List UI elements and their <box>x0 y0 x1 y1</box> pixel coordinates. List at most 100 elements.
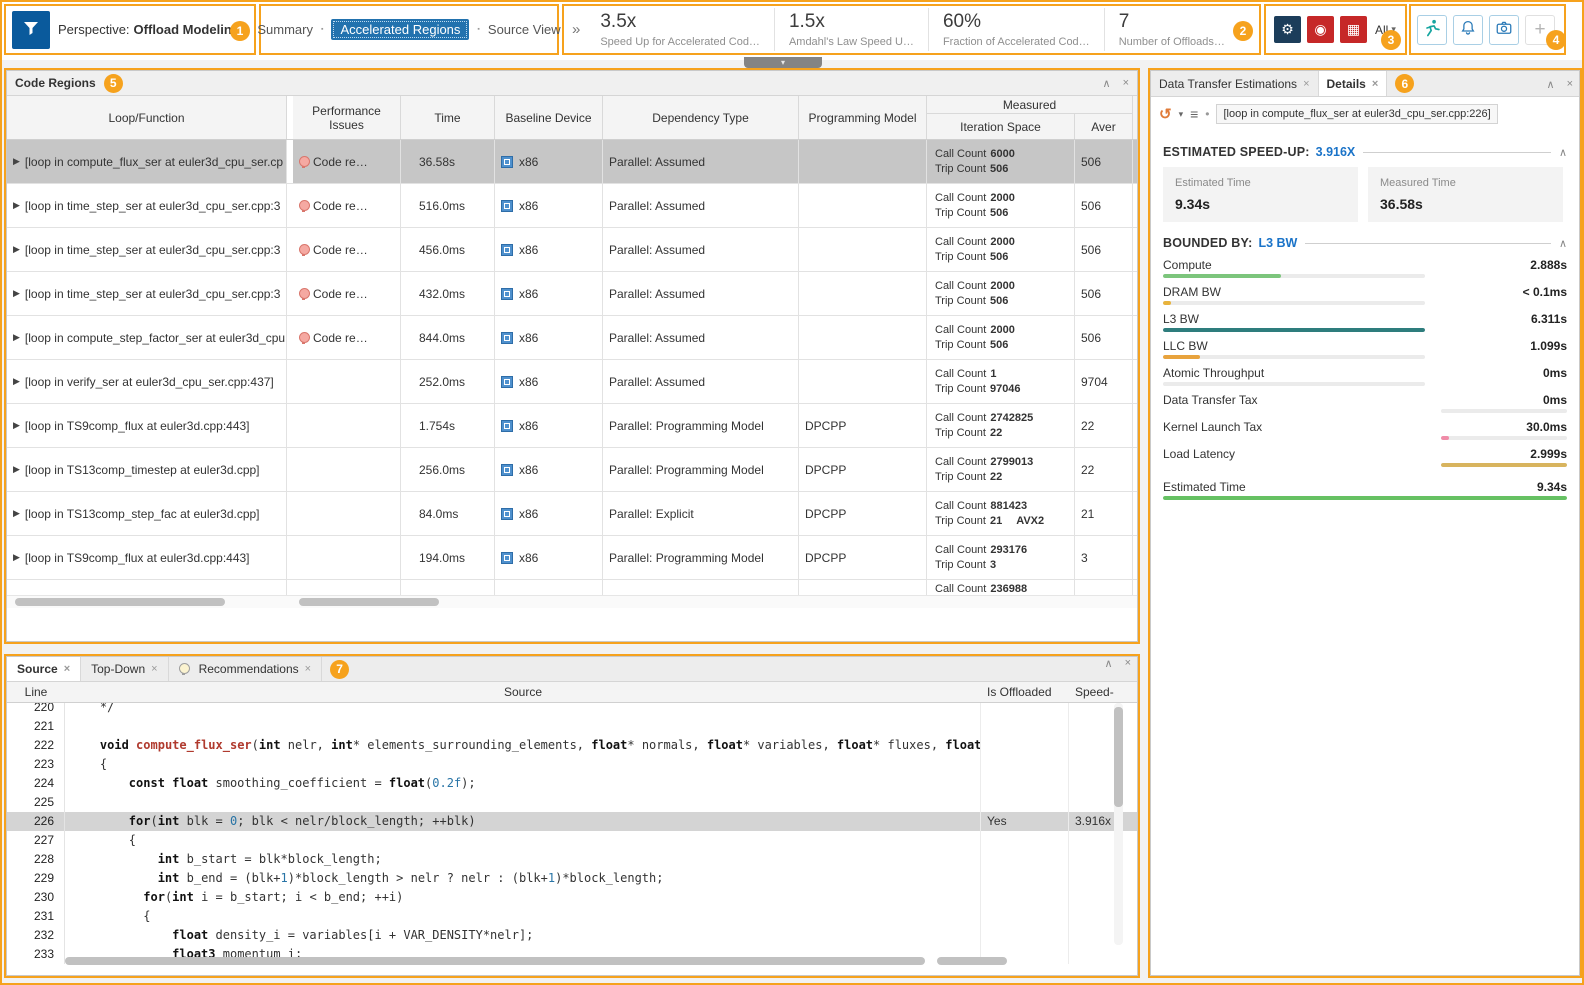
source-line-row[interactable]: 220 */ <box>7 703 1137 717</box>
horizontal-scrollbar[interactable] <box>65 957 1123 967</box>
column-header-loop-function[interactable]: Loop/Function <box>7 96 287 139</box>
scrollbar-thumb[interactable] <box>299 598 439 606</box>
column-header-time[interactable]: Time <box>401 96 495 139</box>
tab-data-transfer-estimations[interactable]: Data Transfer Estimations × <box>1151 71 1319 96</box>
code-region-row[interactable]: ▶[loop in verify_ser at euler3d_cpu_ser.… <box>7 360 1137 404</box>
source-line-row[interactable]: 230 for(int i = b_start; i < b_end; ++i) <box>7 888 1137 907</box>
expand-arrow-icon[interactable]: ▶ <box>13 156 20 167</box>
close-icon[interactable]: × <box>1372 78 1378 90</box>
collapse-section-icon[interactable]: ∧ <box>1559 237 1567 250</box>
issue-text[interactable]: Code re… <box>313 331 368 345</box>
refresh-icon[interactable]: ↺ <box>1159 105 1172 123</box>
tab-separator-icon: ▪ <box>477 26 479 33</box>
expand-arrow-icon[interactable]: ▶ <box>13 508 20 519</box>
scrollbar-thumb[interactable] <box>937 957 1007 965</box>
advisor-logo-button[interactable] <box>12 11 50 49</box>
baseline-device-cell: x86 <box>495 316 603 359</box>
close-icon[interactable]: × <box>151 663 157 675</box>
close-icon[interactable]: × <box>1303 78 1309 90</box>
issue-text[interactable]: Code re… <box>313 199 368 213</box>
expand-arrow-icon[interactable]: ▶ <box>13 376 20 387</box>
code-region-row[interactable]: ▶[loop in time_step_ser at euler3d_cpu_s… <box>7 272 1137 316</box>
code-region-row[interactable]: Call Count236988 <box>7 580 1137 595</box>
collapse-panel-icon[interactable]: ∧ <box>1547 78 1555 91</box>
code-region-row[interactable]: ▶[loop in time_step_ser at euler3d_cpu_s… <box>7 228 1137 272</box>
close-icon[interactable]: × <box>305 663 311 675</box>
expand-arrow-icon[interactable]: ▶ <box>13 464 20 475</box>
tab-accelerated-regions[interactable]: Accelerated Regions <box>331 19 469 40</box>
collapse-section-icon[interactable]: ∧ <box>1559 146 1567 159</box>
expand-metrics-icon[interactable]: » <box>572 21 580 38</box>
trip-count-label: Trip Count <box>935 251 986 263</box>
collapse-panel-icon[interactable]: ∧ <box>1103 77 1111 90</box>
expand-arrow-icon[interactable]: ▶ <box>13 332 20 343</box>
column-header-dependency-type[interactable]: Dependency Type <box>603 96 799 139</box>
vertical-scrollbar[interactable] <box>1114 703 1123 945</box>
code-region-row[interactable]: ▶[loop in compute_step_factor_ser at eul… <box>7 316 1137 360</box>
expand-arrow-icon[interactable]: ▶ <box>13 552 20 563</box>
source-line-row[interactable]: 231 { <box>7 907 1137 926</box>
code-region-row[interactable]: ▶[loop in TS9comp_flux at euler3d.cpp:44… <box>7 536 1137 580</box>
stack-filter-icon[interactable]: ≡ <box>1190 106 1198 122</box>
notifications-button[interactable] <box>1453 15 1483 45</box>
collapse-handle[interactable]: ▾ <box>744 57 822 68</box>
scrollbar-thumb[interactable] <box>1114 707 1123 807</box>
close-icon[interactable]: × <box>64 663 70 675</box>
close-panel-icon[interactable]: × <box>1123 77 1129 90</box>
perspective-selector[interactable]: Perspective: Offload Modeling ▾ <box>58 22 248 37</box>
tab-top-down[interactable]: Top-Down × <box>81 657 168 681</box>
code-region-row[interactable]: ▶[loop in TS13comp_step_fac at euler3d.c… <box>7 492 1137 536</box>
source-line-row[interactable]: 232 float density_i = variables[i + VAR_… <box>7 926 1137 945</box>
source-line-row[interactable]: 227 { <box>7 831 1137 850</box>
source-line-row[interactable]: 229 int b_end = (blk+1)*block_length > n… <box>7 869 1137 888</box>
column-header-is-offloaded[interactable]: Is Offloaded <box>981 685 1069 699</box>
tab-summary[interactable]: Summary <box>257 22 313 37</box>
column-header-speedup[interactable]: Speed- <box>1069 685 1137 699</box>
column-header-performance-issues[interactable]: Performance Issues <box>293 96 401 139</box>
column-header-programming-model[interactable]: Programming Model <box>799 96 927 139</box>
tab-recommendations[interactable]: Recommendations × <box>169 657 323 681</box>
source-line-row[interactable]: 226 for(int blk = 0; blk < nelr/block_le… <box>7 812 1137 831</box>
horizontal-scrollbar[interactable] <box>7 595 1137 608</box>
settings-gear-icon[interactable]: ⚙ <box>1274 16 1301 43</box>
dependency-type-cell: Parallel: Programming Model <box>603 448 799 491</box>
column-header-source[interactable]: Source <box>65 685 981 699</box>
call-count-label: Call Count <box>935 368 986 380</box>
tab-source-view[interactable]: Source View <box>488 22 561 37</box>
expand-arrow-icon[interactable]: ▶ <box>13 244 20 255</box>
code-region-row[interactable]: ▶[loop in time_step_ser at euler3d_cpu_s… <box>7 184 1137 228</box>
column-header-line[interactable]: Line <box>7 685 65 699</box>
grid-analysis-icon[interactable]: ▦ <box>1340 16 1367 43</box>
source-line-row[interactable]: 223 { <box>7 755 1137 774</box>
close-panel-icon[interactable]: × <box>1567 78 1573 91</box>
code-region-row[interactable]: ▶[loop in compute_flux_ser at euler3d_cp… <box>7 140 1137 184</box>
code-region-row[interactable]: ▶[loop in TS13comp_timestep at euler3d.c… <box>7 448 1137 492</box>
record-icon[interactable]: ◉ <box>1307 16 1334 43</box>
column-header-average[interactable]: Aver <box>1075 114 1133 139</box>
bounded-by-value: L3 BW <box>1258 236 1297 250</box>
expand-arrow-icon[interactable]: ▶ <box>13 420 20 431</box>
scrollbar-thumb[interactable] <box>65 957 925 965</box>
source-line-row[interactable]: 228 int b_start = blk*block_length; <box>7 850 1137 869</box>
source-line-row[interactable]: 225 <box>7 793 1137 812</box>
source-line-row[interactable]: 222 void compute_flux_ser(int nelr, int*… <box>7 736 1137 755</box>
column-header-iteration-space[interactable]: Iteration Space <box>927 114 1075 139</box>
issue-text[interactable]: Code re… <box>313 287 368 301</box>
snapshot-button[interactable] <box>1489 15 1519 45</box>
code-region-row[interactable]: ▶[loop in TS9comp_flux at euler3d.cpp:44… <box>7 404 1137 448</box>
scrollbar-thumb[interactable] <box>15 598 225 606</box>
issue-text[interactable]: Code re… <box>313 243 368 257</box>
collapse-panel-icon[interactable]: ∧ <box>1105 657 1113 681</box>
source-line-row[interactable]: 221 <box>7 717 1137 736</box>
speedup-cell: 3.916x <box>1069 812 1137 831</box>
expand-arrow-icon[interactable]: ▶ <box>13 288 20 299</box>
column-header-baseline-device[interactable]: Baseline Device <box>495 96 603 139</box>
time-box-value: 36.58s <box>1380 196 1551 212</box>
run-analysis-button[interactable] <box>1417 15 1447 45</box>
close-panel-icon[interactable]: × <box>1125 657 1131 681</box>
expand-arrow-icon[interactable]: ▶ <box>13 200 20 211</box>
tab-source[interactable]: Source × <box>7 657 81 681</box>
issue-text[interactable]: Code re… <box>313 155 368 169</box>
tab-details[interactable]: Details × <box>1319 71 1388 96</box>
source-line-row[interactable]: 224 const float smoothing_coefficient = … <box>7 774 1137 793</box>
